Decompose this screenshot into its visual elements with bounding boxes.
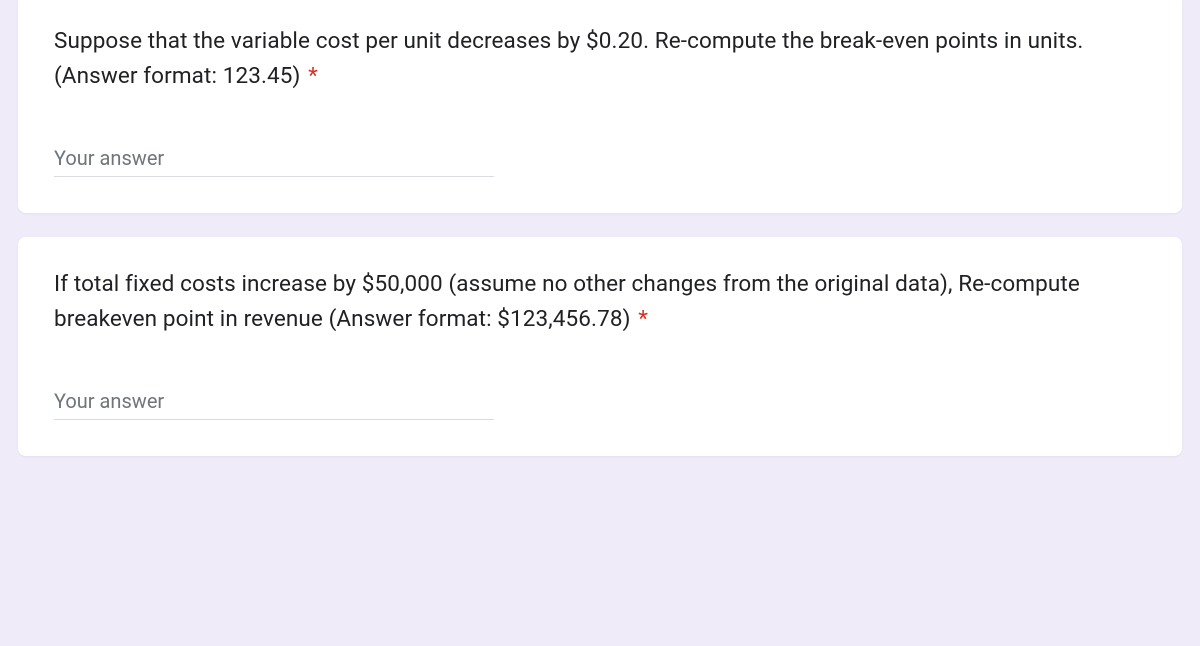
question-card: If total fixed costs increase by $50,000… xyxy=(18,237,1182,456)
question-card: Suppose that the variable cost per unit … xyxy=(18,0,1182,213)
question-label: If total fixed costs increase by $50,000… xyxy=(54,271,1080,332)
question-text: Suppose that the variable cost per unit … xyxy=(54,24,1146,94)
answer-input[interactable] xyxy=(54,385,494,420)
question-text: If total fixed costs increase by $50,000… xyxy=(54,267,1146,337)
answer-field-wrap xyxy=(54,385,494,420)
answer-field-wrap xyxy=(54,142,494,177)
question-label: Suppose that the variable cost per unit … xyxy=(54,28,1083,89)
form-page: Suppose that the variable cost per unit … xyxy=(0,0,1200,646)
required-marker: * xyxy=(308,63,318,89)
answer-input[interactable] xyxy=(54,142,494,177)
required-marker: * xyxy=(638,306,648,332)
